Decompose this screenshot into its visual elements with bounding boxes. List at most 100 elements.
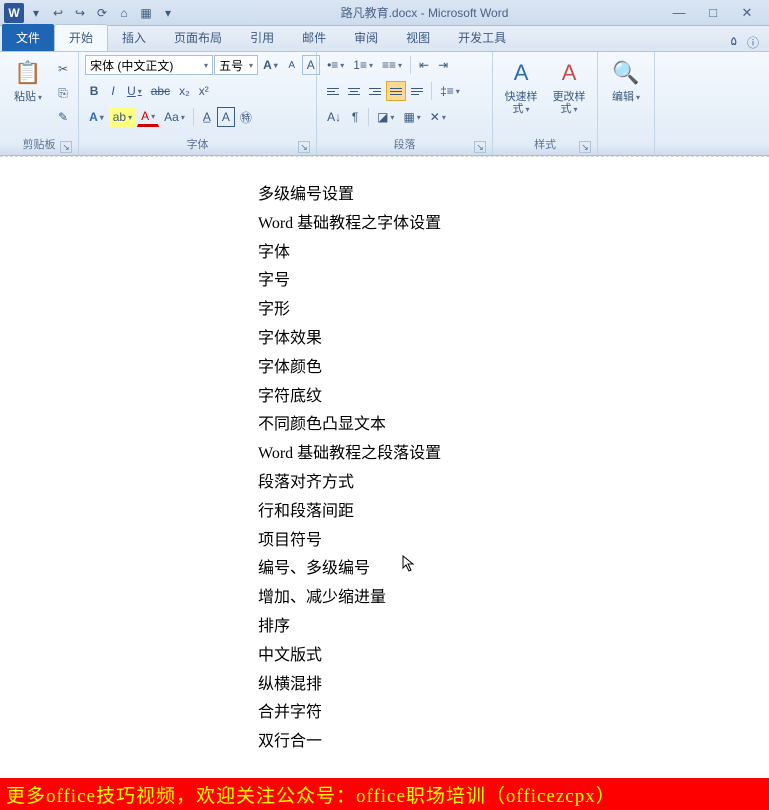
- ribbon-tabs: 文件 开始 插入 页面布局 引用 邮件 审阅 视图 开发工具 ۵ ⓘ: [0, 26, 769, 52]
- align-justify-button[interactable]: [386, 81, 406, 101]
- find-icon: 🔍: [610, 57, 642, 89]
- copy-button[interactable]: ⎘: [54, 83, 72, 103]
- font-size-combo[interactable]: 五号▾: [214, 55, 258, 75]
- font-color-button[interactable]: A: [137, 107, 159, 127]
- document-area[interactable]: 多级编号设置 Word 基础教程之字体设置 字体 字号 字形 字体效果 字体颜色…: [0, 156, 769, 778]
- strike-button[interactable]: abc: [147, 81, 174, 101]
- circle-char-button[interactable]: ㊕: [236, 107, 256, 127]
- grow-font-button[interactable]: A: [259, 55, 282, 75]
- font-dialog-icon[interactable]: ↘: [298, 141, 310, 153]
- group-label-paragraph: 段落↘: [323, 134, 486, 155]
- redo-icon[interactable]: ↪: [70, 3, 90, 23]
- doc-line[interactable]: 编号、多级编号: [258, 555, 769, 584]
- doc-line[interactable]: 字号: [258, 267, 769, 296]
- bold-button[interactable]: B: [85, 81, 103, 101]
- group-styles: A 快速样式 A 更改样式 样式↘: [493, 52, 598, 155]
- tab-insert[interactable]: 插入: [108, 25, 160, 51]
- doc-line[interactable]: 纵横混排: [258, 671, 769, 700]
- group-label-styles: 样式↘: [499, 134, 591, 155]
- tab-mailings[interactable]: 邮件: [288, 25, 340, 51]
- group-label-clipboard: 剪贴板↘: [6, 134, 72, 155]
- numbering-button[interactable]: 1≡: [349, 55, 377, 75]
- doc-line[interactable]: 行和段落间距: [258, 498, 769, 527]
- tab-review[interactable]: 审阅: [340, 25, 392, 51]
- tab-developer[interactable]: 开发工具: [444, 25, 520, 51]
- help-icon[interactable]: ⓘ: [747, 34, 759, 51]
- show-marks-button[interactable]: ¶: [346, 107, 364, 127]
- underline-button[interactable]: U: [123, 81, 146, 101]
- cut-button[interactable]: ✂: [54, 59, 72, 79]
- doc-line[interactable]: 字形: [258, 296, 769, 325]
- tab-file[interactable]: 文件: [2, 24, 54, 51]
- align-center-button[interactable]: [344, 81, 364, 101]
- increase-indent-button[interactable]: ⇥: [434, 55, 452, 75]
- tab-home[interactable]: 开始: [54, 24, 108, 51]
- paste-button[interactable]: 📋 粘贴: [6, 55, 50, 103]
- align-right-button[interactable]: [365, 81, 385, 101]
- format-painter-button[interactable]: ✎: [54, 107, 72, 127]
- subscript-button[interactable]: x₂: [175, 81, 194, 101]
- group-font: 宋体 (中文正文)▾ 五号▾ A A A B I U abc x₂ x² A a…: [79, 52, 317, 155]
- char-border-button[interactable]: A: [217, 107, 235, 127]
- superscript-button[interactable]: x²: [195, 81, 213, 101]
- tab-page-layout[interactable]: 页面布局: [160, 25, 236, 51]
- maximize-button[interactable]: □: [705, 5, 721, 21]
- doc-line[interactable]: 排序: [258, 613, 769, 642]
- doc-line[interactable]: 字体: [258, 239, 769, 268]
- word-icon[interactable]: W: [4, 3, 24, 23]
- qat-more-icon[interactable]: ▾: [158, 3, 178, 23]
- sort-button[interactable]: A↓: [323, 107, 345, 127]
- align-left-button[interactable]: [323, 81, 343, 101]
- phonetic-button[interactable]: A̲: [198, 107, 216, 127]
- qat-menu-icon[interactable]: ▾: [26, 3, 46, 23]
- styles-dialog-icon[interactable]: ↘: [579, 141, 591, 153]
- line-spacing-button[interactable]: ‡≡: [436, 81, 464, 101]
- doc-line[interactable]: Word 基础教程之段落设置: [258, 440, 769, 469]
- doc-line[interactable]: Word 基础教程之字体设置: [258, 210, 769, 239]
- borders-button[interactable]: ▦: [399, 107, 424, 127]
- italic-button[interactable]: I: [104, 81, 122, 101]
- close-button[interactable]: ✕: [739, 5, 755, 21]
- group-label-editing: ㅤ: [604, 134, 648, 155]
- undo-icon[interactable]: ↩: [48, 3, 68, 23]
- doc-line[interactable]: 字体效果: [258, 325, 769, 354]
- group-editing: 🔍 编辑 ㅤ: [598, 52, 655, 155]
- text-effects-button[interactable]: A: [85, 107, 108, 127]
- doc-line[interactable]: 字符底纹: [258, 383, 769, 412]
- decrease-indent-button[interactable]: ⇤: [415, 55, 433, 75]
- editing-button[interactable]: 🔍 编辑: [604, 55, 648, 103]
- ribbon-help: ۵ ⓘ: [721, 34, 769, 51]
- change-case-button[interactable]: Aa: [160, 107, 189, 127]
- doc-line[interactable]: 段落对齐方式: [258, 469, 769, 498]
- doc-line[interactable]: 不同颜色凸显文本: [258, 411, 769, 440]
- align-distribute-button[interactable]: [407, 81, 427, 101]
- font-name-combo[interactable]: 宋体 (中文正文)▾: [85, 55, 213, 75]
- minimize-button[interactable]: —: [671, 5, 687, 21]
- change-styles-button[interactable]: A 更改样式: [547, 55, 591, 115]
- doc-line[interactable]: 项目符号: [258, 527, 769, 556]
- quick-styles-button[interactable]: A 快速样式: [499, 55, 543, 115]
- paste-icon: 📋: [12, 57, 44, 89]
- doc-line[interactable]: 增加、减少缩进量: [258, 584, 769, 613]
- asian-layout-button[interactable]: ✕: [426, 107, 450, 127]
- doc-line[interactable]: 合并字符: [258, 699, 769, 728]
- table-icon[interactable]: ▦: [136, 3, 156, 23]
- doc-line[interactable]: 字体颜色: [258, 354, 769, 383]
- window-controls: — □ ✕: [671, 5, 765, 21]
- tab-view[interactable]: 视图: [392, 25, 444, 51]
- home-icon[interactable]: ⌂: [114, 3, 134, 23]
- doc-line[interactable]: 双行合一: [258, 728, 769, 757]
- doc-line[interactable]: 中文版式: [258, 642, 769, 671]
- clipboard-dialog-icon[interactable]: ↘: [60, 141, 72, 153]
- shading-button[interactable]: ◪: [373, 107, 398, 127]
- tab-references[interactable]: 引用: [236, 25, 288, 51]
- highlight-button[interactable]: ab: [109, 107, 136, 127]
- multilevel-button[interactable]: ≡≡: [378, 55, 406, 75]
- bullets-button[interactable]: •≡: [323, 55, 348, 75]
- shrink-font-button[interactable]: A: [283, 55, 301, 75]
- doc-line[interactable]: 多级编号设置: [258, 181, 769, 210]
- para-dialog-icon[interactable]: ↘: [474, 141, 486, 153]
- minimize-ribbon-icon[interactable]: ۵: [731, 34, 737, 51]
- group-paragraph: •≡ 1≡ ≡≡ ⇤ ⇥ ‡≡ A↓ ¶ ◪ ▦: [317, 52, 493, 155]
- refresh-icon[interactable]: ⟳: [92, 3, 112, 23]
